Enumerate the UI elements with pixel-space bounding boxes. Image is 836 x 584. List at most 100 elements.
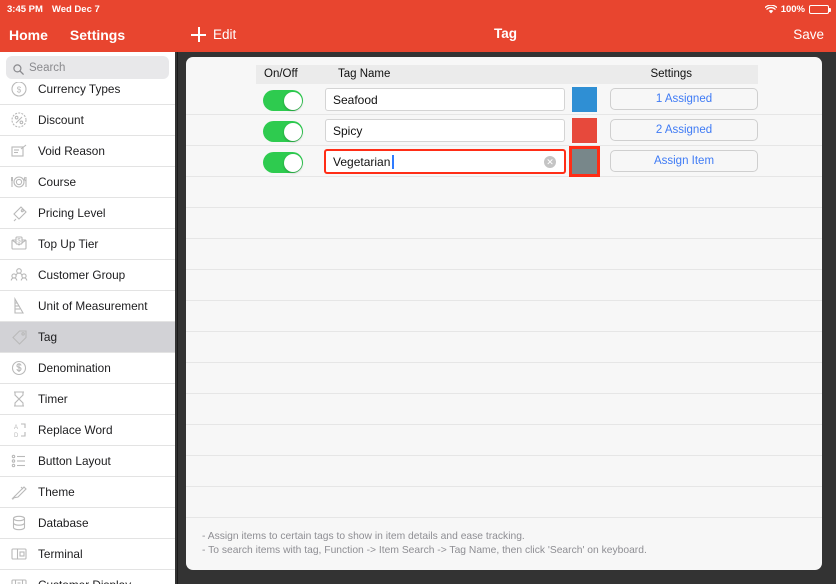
tag-table-body: Seafood 1 Assigned Spicy 2 Assigned Vegetari… <box>186 84 822 518</box>
table-row-empty <box>186 239 822 270</box>
coin-icon: $ <box>8 79 30 99</box>
table-row-empty <box>186 456 822 487</box>
paintbrush-icon <box>8 482 30 502</box>
assign-button[interactable]: 1 Assigned <box>610 88 758 110</box>
replace-word-icon: AD <box>8 420 30 440</box>
search-placeholder: Search <box>29 61 66 74</box>
plate-cutlery-icon <box>8 172 30 192</box>
ruler-icon <box>8 296 30 316</box>
row-toggle[interactable] <box>263 152 303 173</box>
settings-title: Settings <box>69 27 126 43</box>
table-row: Vegetarian ✕ Assign Item <box>186 146 822 177</box>
tag-name-input[interactable]: Vegetarian ✕ <box>324 149 566 174</box>
content-panel: On/Off Tag Name Settings Seafood 1 Assign… <box>186 57 822 570</box>
sidebar-item-timer[interactable]: Timer <box>0 384 175 415</box>
save-button[interactable]: Save <box>793 27 824 42</box>
svg-text:$: $ <box>17 86 22 95</box>
list-layout-icon <box>8 451 30 471</box>
table-header: On/Off Tag Name Settings <box>256 65 758 84</box>
sidebar-item-label: Denomination <box>38 361 111 375</box>
sidebar-item-replace-word[interactable]: A D Replace Word <box>0 415 175 446</box>
table-row: Seafood 1 Assigned <box>186 84 822 115</box>
footer-note-2: - To search items with tag, Function -> … <box>202 545 647 556</box>
table-row-empty <box>186 177 822 208</box>
table-row-empty <box>186 363 822 394</box>
sidebar-item-course[interactable]: Course <box>0 167 175 198</box>
sidebar-item-void-reason[interactable]: Void Reason <box>0 136 175 167</box>
status-time: 3:45 PM <box>7 3 43 15</box>
sidebar-item-label: Currency Types <box>38 82 121 96</box>
sidebar-item-label: Timer <box>38 392 68 406</box>
page-title: Tag <box>494 26 517 41</box>
table-row-empty <box>186 332 822 363</box>
sidebar-item-label: Void Reason <box>38 144 105 158</box>
search-icon <box>13 62 24 75</box>
price-tag-arrow-icon <box>8 203 30 223</box>
table-row-empty <box>186 394 822 425</box>
sidebar: $ Currency Types Discount Void Reason Course… <box>0 52 175 584</box>
sidebar-item-theme[interactable]: Theme <box>0 477 175 508</box>
sidebar-item-customer-display[interactable]: Customer Display <box>0 570 175 584</box>
assign-button[interactable]: 2 Assigned <box>610 119 758 141</box>
assign-button[interactable]: Assign Item <box>610 150 758 172</box>
sidebar-item-terminal[interactable]: Terminal <box>0 539 175 570</box>
void-note-icon <box>8 141 30 161</box>
sidebar-search-wrap: Search <box>0 52 175 82</box>
color-swatch[interactable] <box>572 118 597 143</box>
customer-display-icon <box>8 575 30 584</box>
home-button[interactable]: Home <box>9 27 48 43</box>
sidebar-item-unit-of-measurement[interactable]: Unit of Measurement <box>0 291 175 322</box>
clear-text-icon[interactable]: ✕ <box>544 155 556 168</box>
sidebar-item-customer-group[interactable]: Customer Group <box>0 260 175 291</box>
row-toggle[interactable] <box>263 90 303 111</box>
tag-name-value: Vegetarian <box>333 154 391 169</box>
assign-button-label: Assign Item <box>653 155 715 167</box>
status-bar: 3:45 PM Wed Dec 7 100% <box>0 0 836 18</box>
sidebar-item-top-up-tier[interactable]: $ Top Up Tier <box>0 229 175 260</box>
sidebar-item-database[interactable]: Database <box>0 508 175 539</box>
sidebar-item-button-layout[interactable]: Button Layout <box>0 446 175 477</box>
left-header: Home Settings <box>0 18 175 52</box>
sidebar-item-label: Theme <box>38 485 75 499</box>
svg-text:D: D <box>14 433 19 439</box>
sidebar-item-label: Customer Group <box>38 268 126 282</box>
sidebar-item-discount[interactable]: Discount <box>0 105 175 136</box>
tag-name-input[interactable]: Seafood <box>325 88 565 111</box>
column-header-tagname: Tag Name <box>338 68 391 80</box>
column-header-settings: Settings <box>650 68 692 80</box>
row-toggle[interactable] <box>263 121 303 142</box>
envelope-money-icon: $ <box>8 234 30 254</box>
sidebar-item-label: Unit of Measurement <box>38 299 148 313</box>
tag-name-value: Seafood <box>333 92 378 107</box>
svg-text:A: A <box>14 425 18 431</box>
tag-name-value: Spicy <box>333 123 363 138</box>
terminal-icon <box>8 544 30 564</box>
column-header-onoff: On/Off <box>264 68 298 80</box>
tag-icon <box>8 327 30 347</box>
table-row: Spicy 2 Assigned <box>186 115 822 146</box>
coin-dollar-icon <box>8 358 30 378</box>
sidebar-list: $ Currency Types Discount Void Reason Course… <box>0 74 175 584</box>
table-row-empty <box>186 301 822 332</box>
sidebar-item-label: Terminal <box>38 547 83 561</box>
battery-full-icon <box>809 4 831 14</box>
footer-note-1: - Assign items to certain tags to show i… <box>202 531 525 542</box>
footer-notes: - Assign items to certain tags to show i… <box>202 530 802 558</box>
search-input[interactable]: Search <box>6 56 169 79</box>
battery-percent: 100% <box>780 3 805 15</box>
wifi-icon <box>764 4 777 14</box>
sidebar-item-label: Tag <box>38 330 58 344</box>
sidebar-item-pricing-level[interactable]: Pricing Level <box>0 198 175 229</box>
tag-name-input[interactable]: Spicy <box>325 119 565 142</box>
sidebar-item-tag[interactable]: Tag <box>0 322 175 353</box>
sidebar-item-label: Database <box>38 516 89 530</box>
sidebar-item-label: Customer Display <box>38 578 131 584</box>
color-swatch[interactable] <box>569 146 600 177</box>
status-date: Wed Dec 7 <box>51 3 100 15</box>
table-row-empty <box>186 425 822 456</box>
sidebar-item-label: Button Layout <box>38 454 111 468</box>
sidebar-item-denomination[interactable]: Denomination <box>0 353 175 384</box>
color-swatch[interactable] <box>572 87 597 112</box>
sidebar-item-label: Pricing Level <box>38 206 106 220</box>
assign-button-label: 2 Assigned <box>655 124 713 136</box>
